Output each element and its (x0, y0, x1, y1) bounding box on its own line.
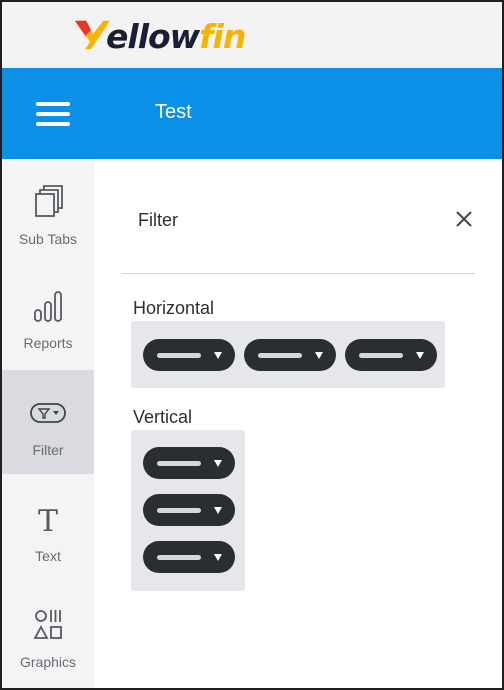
panel-divider (122, 273, 475, 274)
filter-dropdown-pill (143, 541, 235, 573)
graphics-icon (30, 602, 66, 648)
caret-down-icon (214, 554, 222, 561)
close-icon[interactable] (453, 208, 475, 230)
yellowfin-logo: ellow fin (72, 12, 246, 60)
caret-down-icon (214, 352, 222, 359)
sidebar-item-reports[interactable]: Reports (2, 263, 94, 367)
filter-dropdown-pill (345, 339, 437, 371)
caret-down-icon (416, 352, 424, 359)
horizontal-filter-layout-option[interactable] (131, 321, 445, 388)
sub-tabs-icon (30, 179, 66, 225)
section-label-horizontal: Horizontal (133, 298, 215, 318)
logo-text-ellow: ellow (106, 16, 200, 56)
sidebar: Sub Tabs Reports Filter T Text Graphics (2, 159, 94, 688)
filter-dropdown-pill (143, 339, 235, 371)
logo-mark-icon (74, 20, 110, 50)
sidebar-item-filter[interactable]: Filter (2, 370, 94, 474)
caret-down-icon (315, 352, 323, 359)
sidebar-item-label: Text (35, 548, 61, 564)
sidebar-item-label: Sub Tabs (18, 231, 78, 247)
dashboard-title: Test (155, 101, 192, 123)
caret-down-icon (214, 460, 222, 467)
caret-down-icon (214, 507, 222, 514)
header-bar: Test (2, 68, 502, 159)
sidebar-item-label: Reports (23, 335, 73, 351)
vertical-filter-layout-option[interactable] (131, 430, 245, 591)
text-icon: T (30, 496, 66, 542)
sidebar-item-graphics[interactable]: Graphics (2, 582, 94, 686)
sidebar-item-sub-tabs[interactable]: Sub Tabs (2, 159, 94, 263)
logo-bar: ellow fin (2, 2, 502, 68)
section-label-vertical: Vertical (133, 407, 193, 427)
filter-dropdown-pill (143, 447, 235, 479)
app-window: ellow fin Test Sub Tabs Reports Filter T… (0, 0, 504, 690)
panel-title: Filter (138, 210, 178, 230)
filter-icon (28, 390, 68, 436)
logo-text-fin: fin (199, 16, 246, 56)
filter-dropdown-pill (244, 339, 336, 371)
reports-icon (30, 283, 66, 329)
sidebar-item-text[interactable]: T Text (2, 476, 94, 580)
sidebar-item-label: Graphics (19, 654, 77, 670)
hamburger-icon[interactable] (32, 100, 74, 130)
svg-text:T: T (38, 504, 58, 537)
sidebar-item-label: Filter (32, 442, 64, 458)
filter-dropdown-pill (143, 494, 235, 526)
